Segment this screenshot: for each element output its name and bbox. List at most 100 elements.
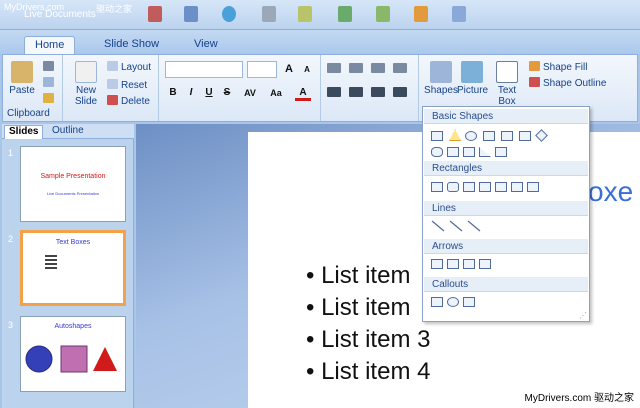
warning-icon[interactable] [414, 6, 428, 22]
line-spacing-button[interactable] [371, 63, 388, 75]
copy-button[interactable] [43, 77, 57, 89]
shape-rectangular-callout[interactable] [431, 297, 443, 307]
tab-outline[interactable]: Outline [48, 125, 88, 139]
font-size-field[interactable] [247, 61, 277, 78]
font-name-field[interactable] [165, 61, 243, 78]
italic-button[interactable]: I [183, 85, 199, 101]
shape-fill-button[interactable]: Shape Fill [529, 61, 587, 73]
shape-parallelogram[interactable] [501, 131, 513, 141]
cut-button[interactable] [43, 61, 57, 73]
indent-button[interactable] [393, 63, 410, 75]
shapes-button[interactable]: Shapes [423, 61, 459, 96]
clipboard-group: Paste Clipboard [3, 55, 63, 121]
tab-slide-show[interactable]: Slide Show [94, 36, 169, 54]
shape-rounded-rectangle[interactable] [447, 182, 459, 192]
thumb-title: Autoshapes [54, 323, 92, 330]
shape-right-triangle[interactable] [479, 147, 491, 157]
section-basic-shapes: Basic Shapes [424, 109, 588, 124]
help-icon[interactable] [452, 6, 466, 22]
shape-oval-callout[interactable] [447, 297, 459, 307]
text-box-button[interactable]: Text Box [493, 61, 521, 107]
reset-label: Reset [121, 80, 148, 91]
paste-button[interactable]: Paste [7, 61, 37, 96]
align-left-button[interactable] [327, 87, 344, 99]
watermark-top-right: 驱动之家 [96, 4, 133, 14]
shape-line-callout[interactable] [463, 297, 475, 307]
shape-rectangle[interactable] [483, 131, 495, 141]
tab-view[interactable]: View [184, 36, 228, 54]
justify-button[interactable] [393, 87, 410, 99]
shape-triangle[interactable] [449, 129, 461, 141]
section-arrows: Arrows [424, 239, 588, 254]
delete-icon [107, 95, 118, 105]
tab-slides[interactable]: Slides [4, 125, 44, 139]
change-case-button[interactable]: Aa [265, 85, 287, 101]
shape-octagon[interactable] [447, 147, 459, 157]
shape-frame[interactable] [495, 147, 507, 157]
document-icon[interactable] [262, 6, 276, 22]
shape-snip-rectangle[interactable] [463, 182, 475, 192]
clipboard-group-label: Clipboard [7, 108, 50, 119]
font-color-button[interactable]: A [295, 85, 311, 101]
section-lines: Lines [424, 201, 588, 216]
shape-snip-rectangle[interactable] [495, 182, 507, 192]
globe-icon[interactable] [222, 6, 236, 22]
shape-arrow-line[interactable] [449, 220, 463, 232]
shape-rectangle[interactable] [431, 182, 443, 192]
list-item[interactable]: List item [306, 294, 410, 322]
pen-icon[interactable] [298, 6, 312, 22]
new-slide-button[interactable]: New Slide [69, 61, 103, 107]
shape-text-box[interactable] [431, 131, 443, 141]
format-painter-button[interactable] [43, 93, 57, 105]
shape-fill-label: Shape Fill [543, 62, 588, 73]
shape-outline-button[interactable]: Shape Outline [529, 77, 606, 89]
shape-down-arrow[interactable] [431, 259, 443, 269]
ribbon-tabs: Home Slide Show View [0, 30, 640, 54]
slide-thumbnail-3[interactable]: Autoshapes [20, 316, 126, 392]
grow-font-button[interactable]: A [281, 61, 297, 77]
list-item[interactable]: List item 3 [306, 326, 430, 354]
shrink-font-button[interactable]: A [299, 62, 315, 78]
list-item[interactable]: List item 4 [306, 358, 430, 386]
resize-grip-icon[interactable]: ⋰ [579, 311, 587, 320]
shape-round-rectangle[interactable] [527, 182, 539, 192]
shape-round-rectangle[interactable] [511, 182, 523, 192]
tab-home[interactable]: Home [24, 36, 76, 54]
quick-access-icon[interactable] [148, 6, 162, 22]
slide-title[interactable]: oxe [588, 176, 633, 208]
shape-hexagon[interactable] [431, 147, 443, 157]
align-center-button[interactable] [349, 87, 366, 99]
picture-button[interactable]: Picture [457, 61, 488, 96]
shape-up-arrow[interactable] [463, 259, 475, 269]
align-right-button[interactable] [371, 87, 388, 99]
shape-snip-rectangle[interactable] [479, 182, 491, 192]
shape-double-arrow-line[interactable] [467, 220, 481, 232]
underline-button[interactable]: U [201, 85, 217, 101]
character-spacing-button[interactable]: AV [239, 85, 261, 101]
reset-button[interactable]: Reset [107, 79, 147, 91]
slide-thumbnail-1[interactable]: Sample Presentation Live Documents Prese… [20, 146, 126, 222]
shape-oval[interactable] [465, 131, 477, 141]
quick-access-icon[interactable] [184, 6, 198, 22]
shape-diamond[interactable] [535, 129, 548, 142]
slide-thumbnail-2[interactable]: Text Boxes [20, 230, 126, 306]
scissors-icon [43, 61, 54, 71]
shape-left-arrow[interactable] [479, 259, 491, 269]
strikethrough-button[interactable]: S [219, 85, 235, 101]
shape-line[interactable] [431, 220, 445, 232]
spreadsheet-icon[interactable] [338, 6, 352, 22]
thumb-subtitle: Live Documents Presentation [46, 191, 100, 196]
numbering-button[interactable] [349, 63, 366, 75]
shape-right-arrow[interactable] [447, 259, 459, 269]
bold-button[interactable]: B [165, 85, 181, 101]
list-item[interactable]: List item [306, 262, 410, 290]
justify-icon [393, 87, 407, 97]
slides-group: New Slide Layout Reset Delete [65, 55, 159, 121]
new-slide-label: New [75, 85, 96, 96]
shape-trapezoid[interactable] [519, 131, 531, 141]
delete-button[interactable]: Delete [107, 95, 150, 107]
bullets-button[interactable] [327, 63, 344, 75]
shape-cross[interactable] [463, 147, 475, 157]
check-icon[interactable] [376, 6, 390, 22]
layout-button[interactable]: Layout [107, 61, 151, 73]
